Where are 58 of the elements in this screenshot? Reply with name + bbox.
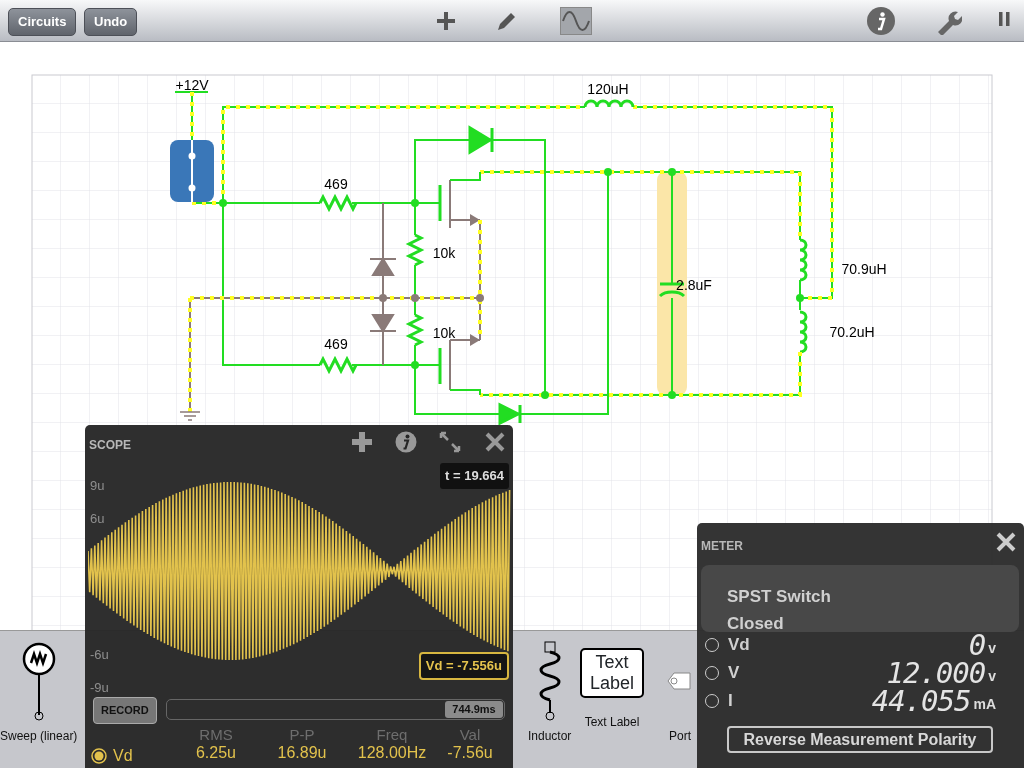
component-value-label: 120uH — [587, 81, 629, 97]
component-value-label: 2.8uF — [676, 277, 712, 293]
component-value-label: 10k — [432, 245, 456, 261]
channel-label: Vd — [113, 746, 133, 766]
cursor-value-readout: Vd = -7.556u — [418, 652, 509, 680]
stat-value: 128.00Hz — [356, 743, 428, 763]
stat-value: -7.56u — [446, 743, 494, 763]
component-label: Inductor — [528, 728, 572, 745]
meter-reading: 0 — [968, 631, 986, 659]
stat-value: 16.89u — [276, 743, 328, 763]
component-value-label: 469 — [324, 336, 348, 352]
time-readout: t = 19.664 — [440, 463, 509, 489]
meter-reading: 12.000 — [886, 659, 986, 687]
component-label: Sweep (linear) — [0, 728, 78, 745]
component-name: SPST Switch — [727, 586, 831, 608]
axis-tick-label: 9u — [90, 477, 105, 495]
info-icon[interactable] — [395, 431, 417, 453]
expand-icon[interactable] — [439, 431, 461, 453]
unit-label: mA — [973, 695, 996, 714]
component-label: Port — [669, 728, 691, 745]
component-value-label: 70.2uH — [829, 324, 875, 340]
stat-value: 6.25u — [194, 743, 237, 763]
text-label-tool[interactable]: Text Label — [580, 648, 644, 698]
axis-tick-label: -6u — [90, 646, 109, 664]
stat-label: RMS — [198, 727, 234, 743]
component-value-label: 70.9uH — [841, 261, 887, 277]
axis-tick-label: 6u — [90, 510, 105, 528]
stat-label: Freq — [375, 727, 409, 743]
close-icon[interactable] — [484, 431, 506, 453]
undo-button[interactable]: Undo — [84, 8, 138, 36]
plus-icon[interactable] — [351, 431, 373, 453]
component-label: Text Label — [584, 714, 640, 731]
component-value-label: 10k — [432, 325, 456, 341]
reverse-polarity-button[interactable]: Reverse Measurement Polarity — [727, 726, 993, 753]
circuits-button[interactable]: Circuits — [8, 8, 77, 36]
measurement-label: V — [728, 662, 740, 685]
inductor-icon[interactable] — [537, 641, 562, 721]
panel-title: SCOPE — [89, 437, 131, 454]
meter-reading: 44.055 — [871, 687, 971, 715]
component-value-label: +12V — [175, 77, 209, 93]
unit-label: v — [988, 639, 996, 658]
component-state: Closed — [727, 613, 784, 635]
stat-label: Val — [458, 727, 482, 743]
sine-wave-icon[interactable] — [560, 7, 592, 35]
component-value-label: 469 — [324, 176, 348, 192]
close-icon[interactable] — [995, 531, 1017, 553]
axis-tick-label: -9u — [90, 679, 109, 697]
unit-label: v — [988, 667, 996, 686]
record-button[interactable]: RECORD — [93, 697, 157, 724]
measurement-label: I — [728, 690, 733, 713]
slider-handle[interactable]: 744.9ms — [445, 701, 503, 718]
sweep-source-icon[interactable] — [20, 641, 57, 721]
panel-title: METER — [701, 538, 743, 555]
timeline-slider[interactable]: 744.9ms — [166, 699, 505, 720]
stat-label: P-P — [288, 727, 316, 743]
info-icon[interactable] — [867, 7, 895, 35]
measurement-label: Vd — [728, 634, 750, 657]
radio-button[interactable] — [91, 748, 107, 764]
